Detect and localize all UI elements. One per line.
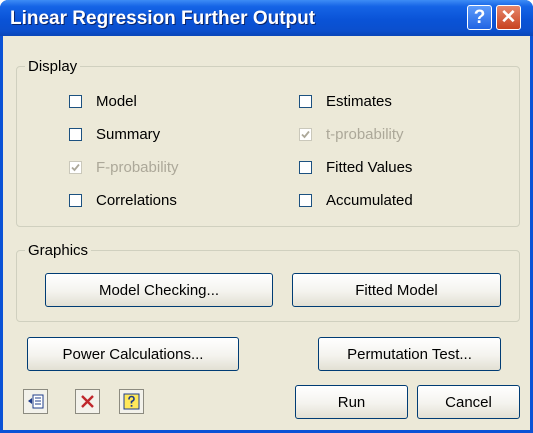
question-mark-icon: ? xyxy=(473,6,486,28)
permutation-test-button[interactable]: Permutation Test... xyxy=(318,337,501,371)
checkbox-box[interactable] xyxy=(299,194,312,207)
paste-button[interactable] xyxy=(23,389,48,414)
close-button[interactable]: ✕ xyxy=(496,5,521,30)
checkmark-icon xyxy=(301,130,310,139)
cancel-button[interactable]: Cancel xyxy=(417,385,520,419)
paste-icon xyxy=(28,394,44,409)
checkbox-label: Accumulated xyxy=(326,192,413,209)
clear-button[interactable] xyxy=(75,389,100,414)
display-legend: Display xyxy=(25,58,81,75)
checkbox-label: Summary xyxy=(96,126,161,143)
estimates-checkbox[interactable]: Estimates xyxy=(299,93,392,110)
model-checkbox[interactable]: Model xyxy=(69,93,137,110)
fitted-values-checkbox[interactable]: Fitted Values xyxy=(299,159,412,176)
graphics-legend: Graphics xyxy=(25,242,92,259)
run-button[interactable]: Run xyxy=(295,385,408,419)
checkmark-icon xyxy=(71,163,80,172)
checkbox-box[interactable] xyxy=(299,95,312,108)
window-title: Linear Regression Further Output xyxy=(10,8,316,29)
checkbox-box[interactable] xyxy=(299,128,312,141)
checkbox-box[interactable] xyxy=(69,161,82,174)
dialog-window: Linear Regression Further Output ? ✕ Dis… xyxy=(0,0,533,433)
power-calculations-button[interactable]: Power Calculations... xyxy=(27,337,239,371)
checkbox-box[interactable] xyxy=(69,194,82,207)
checkbox-box[interactable] xyxy=(69,95,82,108)
help-icon xyxy=(123,393,140,410)
close-icon: ✕ xyxy=(500,7,517,28)
clear-x-icon xyxy=(81,395,94,408)
f-probability-checkbox[interactable]: F-probability xyxy=(69,159,179,176)
model-checking-button[interactable]: Model Checking... xyxy=(45,273,273,307)
accumulated-checkbox[interactable]: Accumulated xyxy=(299,192,413,209)
t-probability-checkbox[interactable]: t-probability xyxy=(299,126,404,143)
checkbox-label: Fitted Values xyxy=(326,159,413,176)
help-titlebar-button[interactable]: ? xyxy=(467,5,492,30)
fitted-model-button[interactable]: Fitted Model xyxy=(292,273,501,307)
checkbox-label: t-probability xyxy=(326,126,404,143)
checkbox-label: Correlations xyxy=(96,192,177,209)
checkbox-label: Model xyxy=(96,93,137,110)
checkbox-label: F-probability xyxy=(96,159,179,176)
help-button[interactable] xyxy=(119,389,144,414)
checkbox-label: Estimates xyxy=(326,93,392,110)
summary-checkbox[interactable]: Summary xyxy=(69,126,160,143)
checkbox-box[interactable] xyxy=(69,128,82,141)
correlations-checkbox[interactable]: Correlations xyxy=(69,192,177,209)
title-bar[interactable]: Linear Regression Further Output ? ✕ xyxy=(0,0,533,36)
checkbox-box[interactable] xyxy=(299,161,312,174)
